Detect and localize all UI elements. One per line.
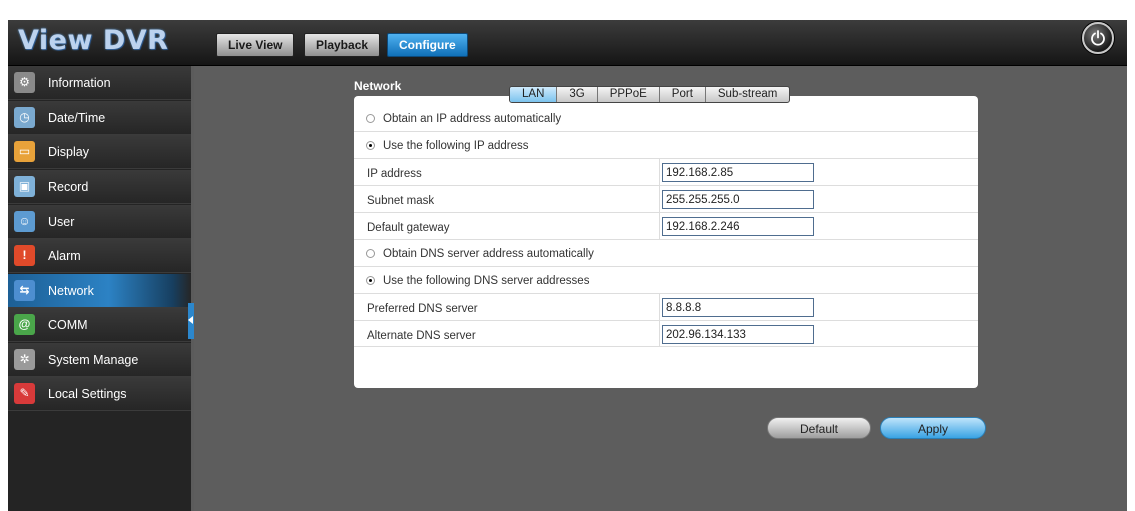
sidebar-item-record[interactable]: ▣ Record <box>8 170 191 204</box>
sidebar-item-label: System Manage <box>48 353 139 367</box>
subtab-sub-stream[interactable]: Sub-stream <box>706 87 789 102</box>
default-button[interactable]: Default <box>767 417 871 439</box>
sidebar: ⚙ Information ◷ Date/Time ▭ Display ▣ Re… <box>8 66 191 511</box>
default-gateway-input[interactable] <box>662 217 814 236</box>
sidebar-item-information[interactable]: ⚙ Information <box>8 66 191 100</box>
radio-use-following-dns[interactable] <box>366 276 375 285</box>
subtab-lan[interactable]: LAN <box>510 87 558 102</box>
subtab-3g[interactable]: 3G <box>557 87 598 102</box>
preferred-dns-input[interactable] <box>662 298 814 317</box>
at-icon: @ <box>14 314 35 335</box>
radio-label: Use the following IP address <box>383 140 529 152</box>
dvr-app: View DVR Live View Playback Configure ⚙ … <box>8 20 1127 511</box>
header-bar: View DVR Live View Playback Configure <box>8 20 1127 66</box>
sidebar-item-network[interactable]: ⇆ Network <box>8 274 191 308</box>
column-divider <box>659 186 660 212</box>
ip-address-label: IP address <box>367 168 422 180</box>
system-icon: ✲ <box>14 349 35 370</box>
sidebar-item-alarm[interactable]: ! Alarm <box>8 239 191 273</box>
radio-label: Use the following DNS server addresses <box>383 275 590 287</box>
sidebar-item-label: Date/Time <box>48 111 106 125</box>
section-title: Network <box>354 79 402 93</box>
row-obtain-ip-auto: Obtain an IP address automatically <box>354 106 978 132</box>
sidebar-item-label: Alarm <box>48 249 81 263</box>
sidebar-item-label: Local Settings <box>48 387 127 401</box>
sidebar-item-label: User <box>48 215 75 229</box>
network-icon: ⇆ <box>14 280 35 301</box>
tab-live-view[interactable]: Live View <box>216 33 295 57</box>
clock-icon: ◷ <box>14 107 35 128</box>
apply-button[interactable]: Apply <box>880 417 986 439</box>
row-ip-address: IP address <box>354 159 978 186</box>
radio-label: Obtain an IP address automatically <box>383 113 562 125</box>
radio-label: Obtain DNS server address automatically <box>383 248 594 260</box>
sidebar-item-label: Network <box>48 284 94 298</box>
row-obtain-dns-auto: Obtain DNS server address automatically <box>354 240 978 267</box>
local-settings-icon: ✎ <box>14 383 35 404</box>
sidebar-item-label: Display <box>48 145 89 159</box>
row-use-following-dns: Use the following DNS server addresses <box>354 267 978 294</box>
monitor-icon: ▭ <box>14 141 35 162</box>
sidebar-item-comm[interactable]: @ COMM <box>8 308 191 342</box>
record-icon: ▣ <box>14 176 35 197</box>
chevron-left-icon <box>188 316 193 324</box>
row-preferred-dns: Preferred DNS server <box>354 294 978 321</box>
column-divider <box>659 159 660 185</box>
preferred-dns-label: Preferred DNS server <box>367 303 478 315</box>
sidebar-item-label: Record <box>48 180 89 194</box>
tab-configure[interactable]: Configure <box>387 33 468 57</box>
main-content: Network Obtain an IP address automatical… <box>194 66 1127 511</box>
row-use-following-ip: Use the following IP address <box>354 132 978 159</box>
alternate-dns-label: Alternate DNS server <box>367 330 476 342</box>
sidebar-item-local-settings[interactable]: ✎ Local Settings <box>8 377 191 411</box>
app-logo: View DVR <box>18 25 169 56</box>
subnet-mask-label: Subnet mask <box>367 195 435 207</box>
subnet-mask-input[interactable] <box>662 190 814 209</box>
sidebar-item-user[interactable]: ☺ User <box>8 205 191 239</box>
network-settings-panel: Obtain an IP address automatically Use t… <box>354 96 978 388</box>
alternate-dns-input[interactable] <box>662 325 814 344</box>
gear-icon: ⚙ <box>14 72 35 93</box>
tab-playback[interactable]: Playback <box>304 33 381 57</box>
row-alternate-dns: Alternate DNS server <box>354 321 978 347</box>
power-icon <box>1091 30 1105 46</box>
row-default-gateway: Default gateway <box>354 213 978 240</box>
alarm-icon: ! <box>14 245 35 266</box>
network-subtabs: LAN 3G PPPoE Port Sub-stream <box>509 86 791 103</box>
sidebar-item-display[interactable]: ▭ Display <box>8 135 191 169</box>
ip-address-input[interactable] <box>662 163 814 182</box>
sidebar-item-datetime[interactable]: ◷ Date/Time <box>8 101 191 135</box>
radio-obtain-ip-auto[interactable] <box>366 114 375 123</box>
column-divider <box>659 213 660 239</box>
column-divider <box>659 321 660 346</box>
radio-use-following-ip[interactable] <box>366 141 375 150</box>
column-divider <box>659 294 660 320</box>
power-button[interactable] <box>1082 22 1114 54</box>
row-subnet-mask: Subnet mask <box>354 186 978 213</box>
default-gateway-label: Default gateway <box>367 222 450 234</box>
subtab-pppoe[interactable]: PPPoE <box>598 87 660 102</box>
subtab-port[interactable]: Port <box>660 87 706 102</box>
radio-obtain-dns-auto[interactable] <box>366 249 375 258</box>
user-icon: ☺ <box>14 211 35 232</box>
sidebar-item-label: COMM <box>48 318 88 332</box>
sidebar-item-label: Information <box>48 76 111 90</box>
sidebar-item-system-manage[interactable]: ✲ System Manage <box>8 343 191 377</box>
